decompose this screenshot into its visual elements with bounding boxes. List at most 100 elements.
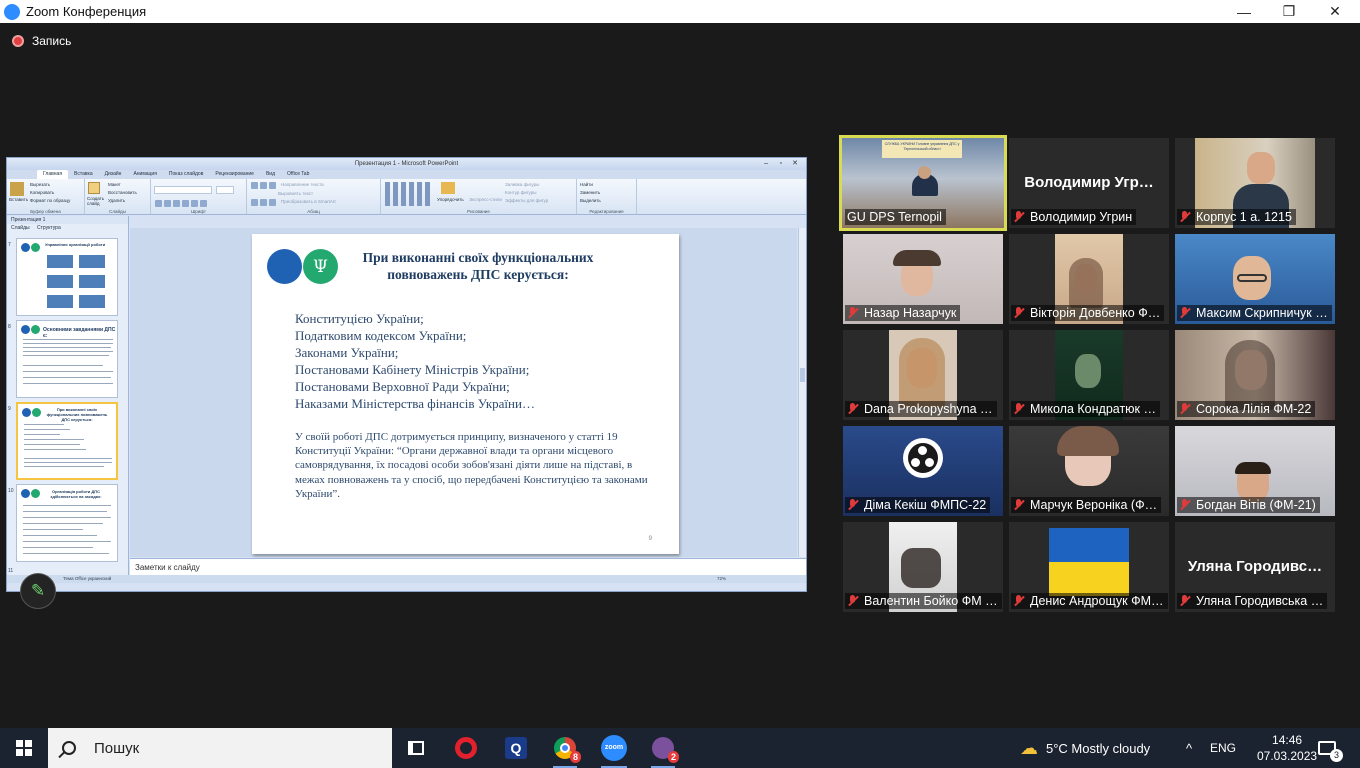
font-size-field[interactable]	[216, 186, 235, 194]
participant-tile[interactable]: Микола Кондратюк …	[1009, 330, 1169, 420]
opera-icon[interactable]	[454, 736, 478, 760]
ribbon-group-drawing: Упорядочить Экспресс-стили Заливка фигур…	[381, 179, 577, 214]
thumb-text-line	[24, 449, 86, 450]
participant-tile[interactable]: Dana Prokopyshyna …	[843, 330, 1003, 420]
quicktime-icon[interactable]: Q	[504, 736, 528, 760]
language-indicator[interactable]: ENG	[1210, 728, 1236, 768]
office-sign: СЛУЖБА УКРАЇНИ Головне управління ДПС у …	[882, 140, 962, 158]
group-label-clipboard: Буфер обмена	[30, 209, 61, 214]
underline-icon[interactable]	[173, 200, 180, 207]
tab-animation[interactable]: Анимация	[127, 170, 162, 179]
font-color-icon[interactable]	[200, 200, 207, 207]
align-left-icon[interactable]	[251, 199, 258, 206]
tab-insert[interactable]: Вставка	[68, 170, 99, 179]
recording-label: Запись	[32, 34, 72, 48]
zoom-app-icon[interactable]: zoom	[601, 735, 627, 768]
cut-button[interactable]: Вырезать	[30, 181, 81, 189]
slide-editing-area: Ψ При виконанні своїх функціональних пов…	[130, 228, 797, 557]
align-center-icon[interactable]	[260, 199, 267, 206]
ribbon-group-clipboard: Вставить Вырезать Копировать Формат по о…	[7, 179, 85, 214]
arrange-button[interactable]: Упорядочить	[437, 197, 464, 202]
slide-thumbnail[interactable]: Основними завданнями ДПС є:	[16, 320, 118, 398]
taskbar-search[interactable]: Пошук	[48, 728, 392, 768]
weather-widget[interactable]: ☁ 5°C Mostly cloudy	[1020, 728, 1150, 768]
font-name-field[interactable]	[154, 186, 212, 194]
slide-thumbnail[interactable]: Організація роботи ДПС здійснюється на з…	[16, 484, 118, 562]
tab-view[interactable]: Вид	[260, 170, 281, 179]
notifications-button[interactable]: 3	[1318, 728, 1343, 768]
format-painter-button[interactable]: Формат по образцу	[30, 197, 81, 205]
indent-icon[interactable]	[269, 182, 276, 189]
pp-minimize-icon[interactable]: –	[764, 158, 768, 170]
participant-tile[interactable]: Діма Кекіш ФМПС-22	[843, 426, 1003, 516]
participant-tile[interactable]: Вікторія Довбенко Ф…	[1009, 234, 1169, 324]
outline-tab[interactable]: Структура	[37, 225, 61, 231]
participant-tile[interactable]: Володимир Угр… Володимир Угрин	[1009, 138, 1169, 228]
pp-restore-icon[interactable]: ▫	[780, 158, 782, 170]
thumb-text-line	[23, 377, 111, 378]
scroll-thumb[interactable]	[800, 368, 805, 382]
chrome-icon[interactable]: 8	[553, 736, 581, 768]
replace-button[interactable]: Заменить	[580, 189, 633, 197]
tab-review[interactable]: Рецензирование	[209, 170, 260, 179]
copy-button[interactable]: Копировать	[30, 189, 81, 197]
participant-tile[interactable]: Уляна Городивс… Уляна Городивська …	[1175, 522, 1335, 612]
shape-outline-button[interactable]: Контур фигуры	[505, 189, 548, 197]
bullets-icon[interactable]	[251, 182, 258, 189]
tab-slideshow[interactable]: Показ слайдов	[163, 170, 209, 179]
reset-button[interactable]: Восстановить	[108, 189, 147, 197]
pp-close-icon[interactable]: ✕	[792, 158, 798, 170]
select-button[interactable]: Выделить	[580, 197, 633, 205]
tray-overflow-icon[interactable]: ^	[1186, 728, 1192, 768]
task-view-icon[interactable]	[404, 736, 428, 760]
participant-tile[interactable]: Назар Назарчук	[843, 234, 1003, 324]
shape-fill-button[interactable]: Заливка фигуры	[505, 181, 548, 189]
participant-tile[interactable]: Богдан Вітів (ФМ-21)	[1175, 426, 1335, 516]
participant-tile[interactable]: Марчук Вероніка (Ф…	[1009, 426, 1169, 516]
align-right-icon[interactable]	[269, 199, 276, 206]
participant-tile[interactable]: Валентин Бойко ФМ …	[843, 522, 1003, 612]
status-text: Тема Office украинский	[63, 576, 112, 581]
document-tab[interactable]: Презентация 1	[7, 216, 128, 224]
clock[interactable]: 14:46 07.03.2023	[1257, 728, 1317, 768]
recording-indicator[interactable]: Запись	[12, 34, 71, 48]
strikethrough-icon[interactable]	[182, 200, 189, 207]
delete-button[interactable]: Удалить	[108, 197, 147, 205]
muted-mic-icon	[1179, 403, 1191, 415]
slide-thumbnail[interactable]: Управління організації роботи	[16, 238, 118, 316]
participant-tile[interactable]: Денис Андрощук ФМ…	[1009, 522, 1169, 612]
layout-button[interactable]: Макет	[108, 181, 147, 189]
shadow-icon[interactable]	[191, 200, 198, 207]
restore-button[interactable]: ❐	[1266, 0, 1312, 23]
annotate-pen-button[interactable]: ✎	[20, 573, 56, 609]
close-button[interactable]: ✕	[1312, 0, 1358, 23]
viber-icon[interactable]: 2	[651, 736, 679, 768]
numbering-icon[interactable]	[260, 182, 267, 189]
tab-office-tab[interactable]: Office Tab	[281, 170, 315, 179]
italic-icon[interactable]	[164, 200, 171, 207]
new-slide-button[interactable]: Создать слайд	[87, 196, 105, 206]
paste-button[interactable]: Вставить	[9, 197, 28, 202]
align-text-button[interactable]: Выровнять текст	[278, 190, 377, 198]
tab-design[interactable]: Дизайн	[99, 170, 128, 179]
participant-tile[interactable]: Максим Скрипничук …	[1175, 234, 1335, 324]
tab-home[interactable]: Главная	[37, 170, 69, 179]
bold-icon[interactable]	[155, 200, 162, 207]
slide-scrollbar[interactable]	[798, 228, 806, 557]
quick-styles-button[interactable]: Экспресс-стили	[469, 197, 502, 202]
smartart-button[interactable]: Преобразовать в SmartArt	[281, 198, 336, 207]
text-direction-button[interactable]: Направление текста	[281, 181, 324, 190]
find-button[interactable]: Найти	[580, 181, 633, 189]
slides-tab[interactable]: Слайды	[11, 225, 30, 231]
current-slide[interactable]: Ψ При виконанні своїх функціональних пов…	[252, 234, 679, 554]
zoom-level[interactable]: 72%	[717, 575, 726, 583]
start-button[interactable]	[0, 728, 48, 768]
minimize-button[interactable]: —	[1221, 0, 1267, 23]
participant-tile[interactable]: Корпус 1 а. 1215	[1175, 138, 1335, 228]
slide-thumbnail-selected[interactable]: При виконанні своїх функціональних повно…	[16, 402, 118, 480]
shapes-gallery[interactable]	[385, 182, 433, 206]
participant-tile[interactable]: СЛУЖБА УКРАЇНИ Головне управління ДПС у …	[839, 135, 1007, 231]
shape-effects-button[interactable]: Эффекты для фигур	[505, 197, 548, 205]
thumb-box	[47, 295, 73, 308]
participant-tile[interactable]: Сорока Лілія ФМ-22	[1175, 330, 1335, 420]
